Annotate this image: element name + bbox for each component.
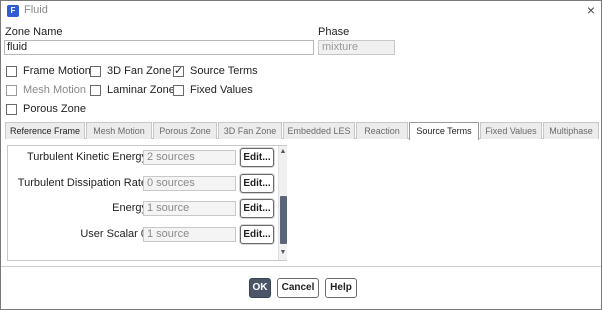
tab-mesh-motion[interactable]: Mesh Motion <box>86 122 152 139</box>
app-icon: F <box>7 5 19 17</box>
edit-energy-button[interactable]: Edit... <box>240 199 274 218</box>
row-value-tke: 2 sources <box>143 150 236 165</box>
help-button[interactable]: Help <box>325 278 357 298</box>
checkbox-box[interactable] <box>6 65 17 77</box>
scroll-thumb[interactable] <box>280 196 287 244</box>
tab-multiphase[interactable]: Multiphase <box>543 122 599 139</box>
source-terms-label: Source Terms <box>190 65 258 77</box>
cancel-button[interactable]: Cancel <box>277 278 319 298</box>
footer-divider <box>1 266 601 267</box>
tab-source-terms[interactable]: Source Terms <box>409 122 479 140</box>
checkbox-box[interactable] <box>6 84 17 96</box>
title-bar: F Fluid × <box>1 1 601 21</box>
fixed-values-label: Fixed Values <box>190 84 253 96</box>
row-value-tdr: 0 sources <box>143 176 236 191</box>
fan-zone-3d-label: 3D Fan Zone <box>107 65 172 77</box>
fan-zone-3d-checkbox[interactable]: 3D Fan Zone <box>90 64 171 78</box>
vertical-scrollbar[interactable]: ▲ ▼ <box>278 146 287 260</box>
close-icon[interactable]: × <box>583 2 599 18</box>
window-title: Fluid <box>24 4 48 16</box>
tab-porous-zone[interactable]: Porous Zone <box>153 122 217 139</box>
tab-bar: Reference Frame Mesh Motion Porous Zone … <box>5 122 599 140</box>
row-value-user-scalar: 1 source <box>143 227 236 242</box>
checkbox-box[interactable] <box>173 64 184 77</box>
edit-tke-button[interactable]: Edit... <box>240 148 274 167</box>
checkbox-box[interactable] <box>173 84 184 96</box>
row-value-energy: 1 source <box>143 201 236 216</box>
scroll-down-icon[interactable]: ▼ <box>279 249 287 257</box>
tab-reference-frame[interactable]: Reference Frame <box>5 122 85 139</box>
frame-motion-checkbox[interactable]: Frame Motion <box>6 64 91 78</box>
tab-reaction[interactable]: Reaction <box>356 122 408 139</box>
phase-label: Phase <box>318 26 350 38</box>
source-terms-panel: Turbulent Kinetic Energy 2 sources Edit.… <box>7 145 287 261</box>
porous-zone-label: Porous Zone <box>23 103 86 115</box>
checkbox-box[interactable] <box>90 84 101 96</box>
fluid-dialog: F Fluid × Zone Name Phase fluid mixture … <box>0 0 602 310</box>
tab-embedded-les[interactable]: Embedded LES <box>283 122 355 139</box>
phase-field: mixture <box>318 40 395 55</box>
checkbox-box[interactable] <box>90 65 101 77</box>
scroll-up-icon[interactable]: ▲ <box>279 148 287 156</box>
frame-motion-label: Frame Motion <box>23 65 91 77</box>
row-label-energy: Energy <box>112 202 147 214</box>
zone-name-input[interactable]: fluid <box>4 40 314 55</box>
row-label-tdr: Turbulent Dissipation Rate <box>17 177 147 189</box>
fixed-values-checkbox[interactable]: Fixed Values <box>173 83 253 97</box>
laminar-zone-checkbox[interactable]: Laminar Zone <box>90 83 175 97</box>
edit-tdr-button[interactable]: Edit... <box>240 174 274 193</box>
zone-name-label: Zone Name <box>5 26 63 38</box>
porous-zone-checkbox[interactable]: Porous Zone <box>6 102 86 116</box>
row-label-tke: Turbulent Kinetic Energy <box>26 151 147 163</box>
source-terms-list: Turbulent Kinetic Energy 2 sources Edit.… <box>8 146 278 260</box>
edit-user-scalar-button[interactable]: Edit... <box>240 225 274 244</box>
laminar-zone-label: Laminar Zone <box>107 84 175 96</box>
tab-fixed-values[interactable]: Fixed Values <box>480 122 542 139</box>
mesh-motion-checkbox[interactable]: Mesh Motion <box>6 83 86 97</box>
source-terms-checkbox[interactable]: Source Terms <box>173 64 258 78</box>
row-label-user-scalar: User Scalar 0 <box>80 228 147 240</box>
mesh-motion-label: Mesh Motion <box>23 84 86 96</box>
checkbox-box[interactable] <box>6 103 17 115</box>
ok-button[interactable]: OK <box>249 278 271 298</box>
tab-3d-fan-zone[interactable]: 3D Fan Zone <box>218 122 282 139</box>
